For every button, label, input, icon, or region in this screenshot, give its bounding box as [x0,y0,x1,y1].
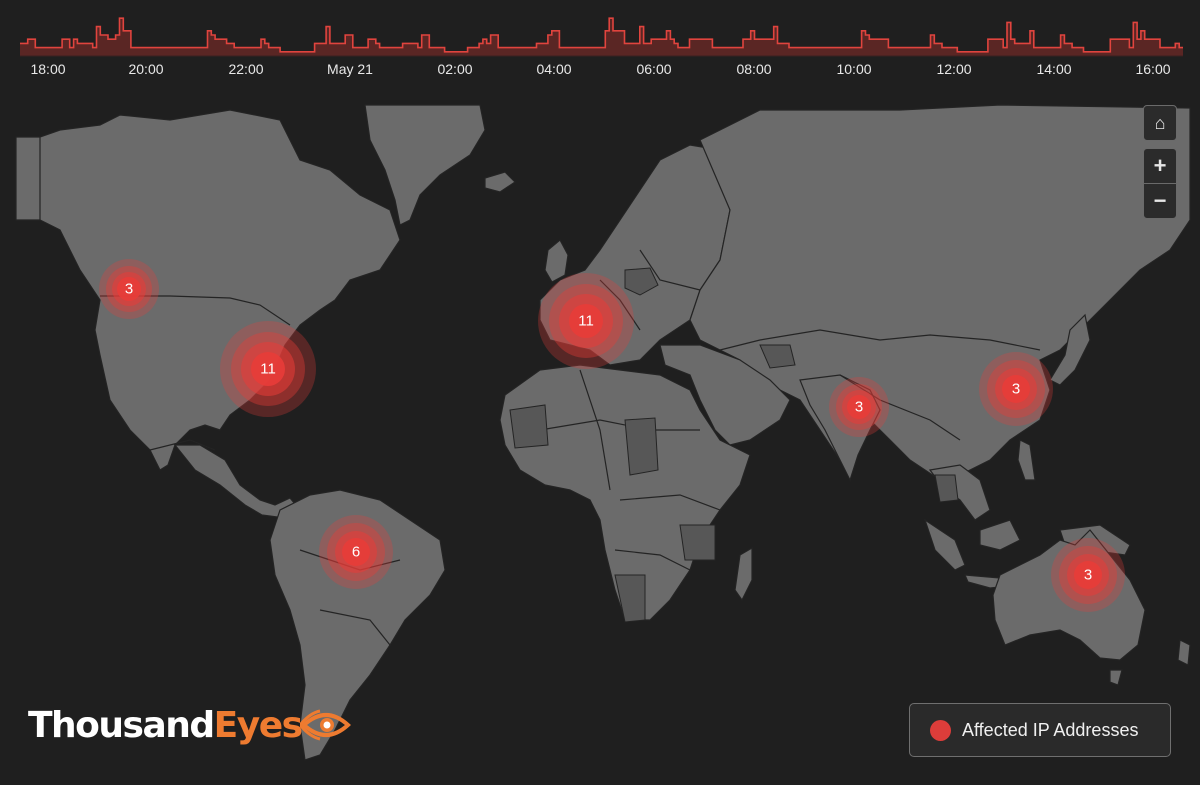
cluster-marker-europe[interactable]: 11 [538,273,634,369]
timeline-tick-label: 08:00 [736,61,772,77]
cluster-count: 11 [578,312,594,330]
home-button[interactable]: ⌂ [1144,106,1176,140]
timeline-tick-label: 18:00 [30,61,66,77]
land-philippines [1017,439,1036,481]
zoom-in-button[interactable]: + [1144,149,1176,183]
home-control[interactable]: ⌂ [1143,105,1177,141]
logo-text-thousand: Thousand [28,704,215,746]
cluster-marker-brazil[interactable]: 6 [319,515,393,589]
land-chad [624,417,659,476]
cluster-count: 3 [1083,566,1093,584]
thousandeyes-logo: Thousand Eyes [28,700,352,750]
land-tasmania [1109,669,1123,686]
cluster-marker-australia[interactable]: 3 [1051,538,1125,612]
legend-dot-icon [930,719,951,741]
timeline-tick-label: 14:00 [1036,61,1072,77]
timeline-chart[interactable]: 18:00 20:00 22:00 May 21 02:00 04:00 06:00 08:0… [0,0,1200,90]
land-central-america [173,444,301,519]
map-legend: Affected IP Addresses [909,703,1171,757]
land-madagascar [734,546,753,602]
land-thailand [934,474,959,503]
land-north-america [15,109,401,471]
cluster-marker-us-west[interactable]: 3 [99,259,159,319]
timeline-tick-label: 12:00 [936,61,972,77]
timeline-series[interactable] [0,0,1200,60]
timeline-tick-label: 10:00 [836,61,872,77]
cluster-count: 3 [1011,380,1021,398]
timeline-tick-label: 04:00 [536,61,572,77]
timeline-tick-label: 22:00 [228,61,264,77]
world-map-canvas[interactable] [0,100,1200,785]
timeline-area [20,18,1183,56]
cluster-count: 6 [351,543,361,561]
land-alaska [15,136,41,221]
minus-icon: − [1153,188,1167,213]
timeline-tick-label: 06:00 [636,61,672,77]
land-iceland [484,171,516,193]
land-new-zealand [1177,639,1191,666]
timeline-tick-label: 02:00 [437,61,473,77]
cluster-count: 11 [260,360,276,378]
timeline-tick-label: 20:00 [128,61,164,77]
cluster-marker-china[interactable]: 3 [979,352,1053,426]
eye-icon [299,709,351,741]
plus-icon: + [1153,153,1167,178]
legend-label: Affected IP Addresses [962,719,1139,740]
land-namibia [614,574,646,623]
cluster-marker-india[interactable]: 3 [829,377,889,437]
world-map[interactable]: 3 11 11 3 3 6 3 ⌂ + − [0,100,1200,785]
logo-text-eyes: Eyes [213,704,303,746]
timeline-tick-label: May 21 [327,61,373,77]
land-tanzania [679,524,716,561]
zoom-control[interactable]: + − [1143,148,1177,219]
cluster-count: 3 [124,280,134,298]
cluster-marker-us-east[interactable]: 11 [220,321,316,417]
timeline-tick-label: 16:00 [1135,61,1171,77]
home-icon: ⌂ [1154,112,1166,133]
zoom-out-button[interactable]: − [1144,183,1176,218]
cluster-count: 3 [854,398,864,416]
land-mauritania [509,404,549,449]
land-uk [544,239,569,283]
